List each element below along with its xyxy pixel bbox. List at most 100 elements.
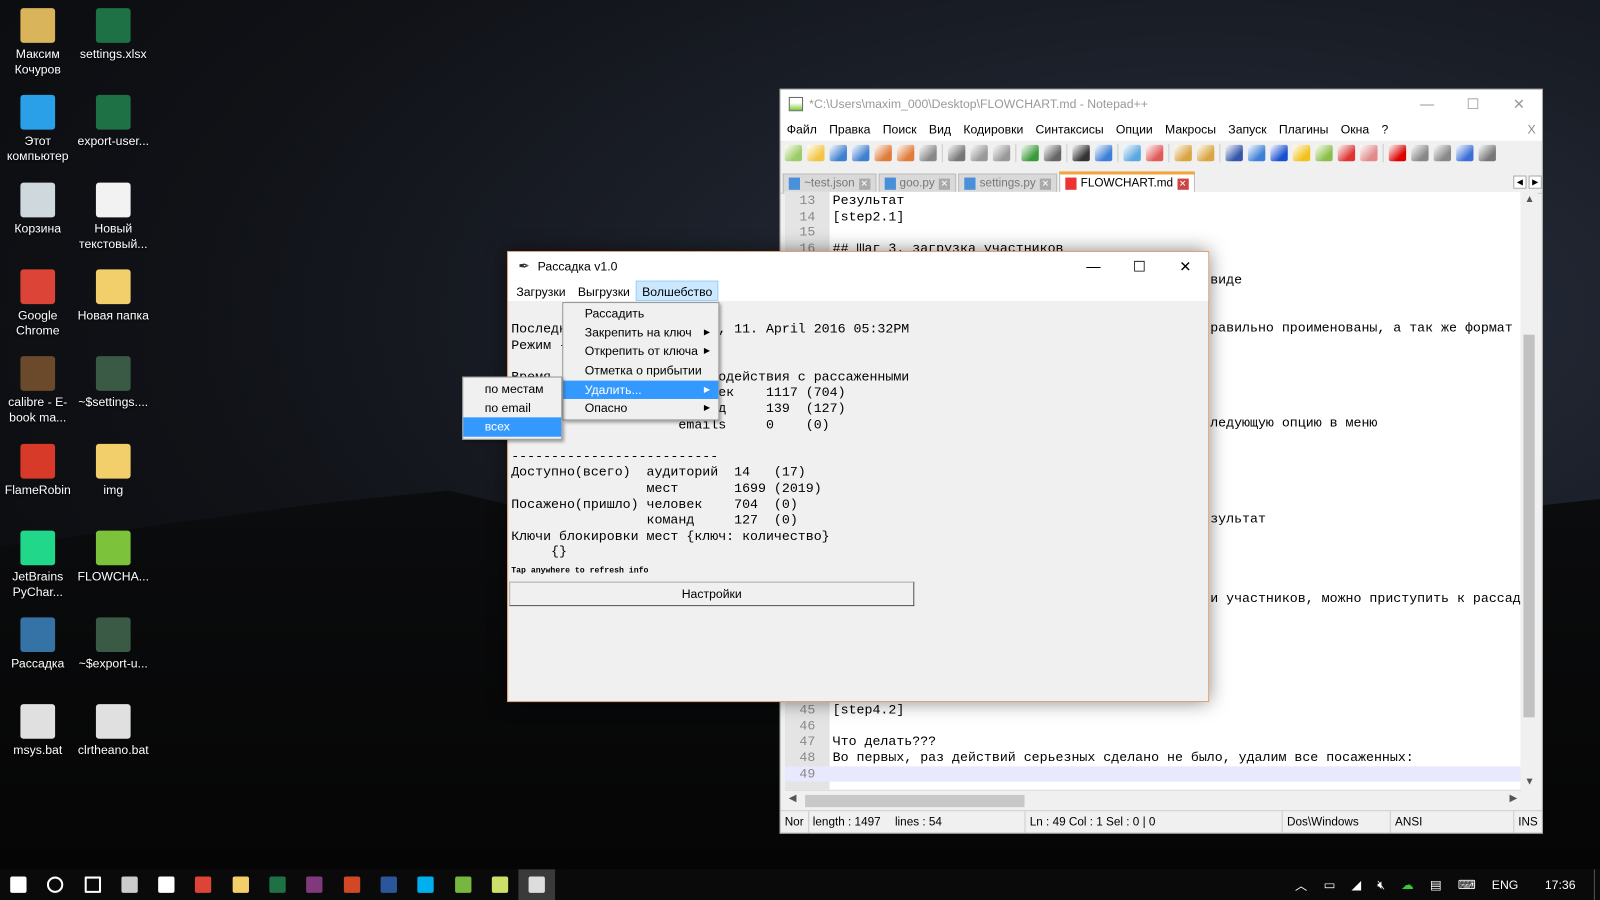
desktop-icon[interactable]: Этот компьютер xyxy=(0,95,77,164)
menu-item[interactable]: Закрепить на ключ ▶ xyxy=(563,323,718,342)
calculator-icon[interactable] xyxy=(111,869,148,900)
scrollbar-thumb[interactable] xyxy=(805,794,1025,808)
tab-goopy[interactable]: goo.py ✕ xyxy=(878,173,957,193)
close-all-icon[interactable] xyxy=(896,144,915,162)
word-wrap-icon[interactable] xyxy=(1225,144,1243,162)
onenote-icon[interactable] xyxy=(296,869,333,900)
new-file-icon[interactable] xyxy=(784,144,803,162)
indent-guide-icon[interactable] xyxy=(1270,144,1288,162)
tab-close-icon[interactable]: ✕ xyxy=(858,178,870,190)
scrollbar-thumb[interactable] xyxy=(1523,334,1535,718)
find-icon[interactable] xyxy=(1072,144,1090,162)
tab-close-icon[interactable]: ✕ xyxy=(1177,178,1189,190)
npp-menu-item[interactable]: Файл xyxy=(781,122,823,136)
sync-vertical-icon[interactable] xyxy=(1174,144,1192,162)
folder-workspace-icon[interactable] xyxy=(1360,144,1378,162)
desktop-icon[interactable]: Рассадка xyxy=(0,617,77,671)
npp-menu-item[interactable]: Поиск xyxy=(877,122,923,136)
run-macro-multiple-icon[interactable] xyxy=(1456,144,1474,162)
show-all-chars-icon[interactable] xyxy=(1247,144,1266,162)
scroll-right-icon[interactable]: ▶ xyxy=(1509,793,1517,804)
word-icon[interactable] xyxy=(370,869,407,900)
npp-menu-item[interactable]: Опции xyxy=(1110,122,1159,136)
tab-settingspy[interactable]: settings.py ✕ xyxy=(958,173,1058,193)
rassadka-feather-icon[interactable] xyxy=(518,869,556,900)
npp-menu-item[interactable]: ? xyxy=(1375,122,1394,136)
wifi-icon[interactable]: ◢ xyxy=(1343,878,1369,892)
replace-icon[interactable] xyxy=(1094,144,1113,162)
scroll-down-icon[interactable]: ▼ xyxy=(1524,777,1534,788)
app-menu-item[interactable]: Выгрузки xyxy=(572,281,636,301)
close-button[interactable]: ✕ xyxy=(1162,252,1208,281)
desktop-icon[interactable]: msys.bat xyxy=(0,704,77,758)
touch-keyboard-icon[interactable]: ⌨ xyxy=(1450,878,1484,892)
clock[interactable]: 17:36 xyxy=(1527,878,1594,892)
mail-icon[interactable] xyxy=(148,869,185,900)
close-document-button[interactable]: X xyxy=(1521,122,1541,136)
npp-titlebar[interactable]: *C:\Users\maxim_000\Desktop\FLOWCHART.md… xyxy=(780,89,1542,119)
function-list-icon[interactable] xyxy=(1337,144,1356,162)
menu-item[interactable]: по email xyxy=(463,399,561,418)
search-icon[interactable] xyxy=(37,869,74,900)
app-menu-item[interactable]: Волшебство xyxy=(636,280,719,302)
npp-menu-item[interactable]: Кодировки xyxy=(957,122,1029,136)
app-menu-item[interactable]: Загрузки xyxy=(510,281,572,301)
paste-icon[interactable] xyxy=(992,144,1011,162)
notepadpp-icon[interactable] xyxy=(481,869,518,900)
close-icon[interactable] xyxy=(874,144,892,162)
menu-item[interactable]: Отметка о прибытии xyxy=(563,361,718,380)
save-all-icon[interactable] xyxy=(852,144,870,162)
show-desktop-button[interactable] xyxy=(1593,869,1600,900)
desktop-icon[interactable]: Новая папка xyxy=(74,269,152,323)
zoom-in-icon[interactable] xyxy=(1123,144,1141,162)
stop-record-icon[interactable] xyxy=(1411,144,1429,162)
desktop-icon[interactable]: settings.xlsx xyxy=(74,8,152,62)
print-icon[interactable] xyxy=(919,144,937,162)
npp-menu-item[interactable]: Плагины xyxy=(1273,122,1335,136)
onedrive-sync-icon[interactable]: ☁ xyxy=(1393,878,1422,892)
tab-flowchartmd[interactable]: FLOWCHART.md ✕ xyxy=(1059,171,1195,193)
desktop-icon[interactable]: export-user... xyxy=(74,95,152,149)
tab-testjson[interactable]: ~test.json ✕ xyxy=(782,173,877,193)
desktop-icon[interactable]: Новый текстовый... xyxy=(74,182,152,251)
skype-icon[interactable] xyxy=(407,869,444,900)
file-explorer-icon[interactable] xyxy=(222,869,259,900)
desktop-icon[interactable]: clrtheano.bat xyxy=(74,704,152,758)
menu-item[interactable]: Опасно ▶ xyxy=(563,399,718,418)
redo-icon[interactable] xyxy=(1043,144,1062,162)
desktop-icon[interactable]: ~$export-u... xyxy=(74,617,152,671)
tab-scroll-button[interactable]: ▶ xyxy=(1528,175,1542,189)
tab-close-icon[interactable]: ✕ xyxy=(938,178,951,190)
menu-item[interactable]: Рассадить xyxy=(563,304,718,323)
copy-icon[interactable] xyxy=(970,144,988,162)
udl-icon[interactable] xyxy=(1292,144,1311,162)
maximize-button[interactable]: ☐ xyxy=(1116,252,1162,281)
open-file-icon[interactable] xyxy=(807,144,825,162)
vertical-scrollbar[interactable]: ▲ ▼ xyxy=(1520,191,1538,790)
desktop-icon[interactable]: Google Chrome xyxy=(0,269,77,338)
npp-menu-item[interactable]: Вид xyxy=(923,122,957,136)
npp-menu-item[interactable]: Синтаксисы xyxy=(1029,122,1109,136)
record-macro-icon[interactable] xyxy=(1388,144,1407,162)
menu-item[interactable]: Открепить от ключа ▶ xyxy=(563,342,718,361)
menu-item[interactable]: Удалить... ▶ xyxy=(563,380,719,400)
desktop-icon[interactable]: FlameRobin xyxy=(0,443,77,497)
action-center-icon[interactable]: ▤ xyxy=(1422,878,1450,892)
tab-close-icon[interactable]: ✕ xyxy=(1039,178,1052,190)
excel-icon[interactable] xyxy=(259,869,296,900)
volume-muted-icon[interactable]: 🔇︎ xyxy=(1369,877,1393,892)
input-language[interactable]: ENG xyxy=(1484,878,1527,892)
sync-horizontal-icon[interactable] xyxy=(1196,144,1215,162)
scroll-up-icon[interactable]: ▲ xyxy=(1524,194,1534,205)
desktop-icon[interactable]: ~$settings.... xyxy=(74,356,152,410)
menu-item[interactable]: всех xyxy=(463,417,562,437)
tab-scroll-button[interactable]: ◀ xyxy=(1513,175,1527,189)
desktop-icon[interactable]: JetBrains PyChar... xyxy=(0,530,77,599)
maximize-button[interactable]: ☐ xyxy=(1450,90,1496,119)
save-icon[interactable] xyxy=(829,144,847,162)
show-hidden-icons-chevron-icon[interactable]: ︿ xyxy=(1287,876,1316,893)
minimize-button[interactable]: — xyxy=(1404,90,1450,119)
undo-icon[interactable] xyxy=(1021,144,1039,162)
desktop-icon[interactable]: calibre - E-book ma... xyxy=(0,356,77,425)
desktop-icon[interactable]: Корзина xyxy=(0,182,77,236)
